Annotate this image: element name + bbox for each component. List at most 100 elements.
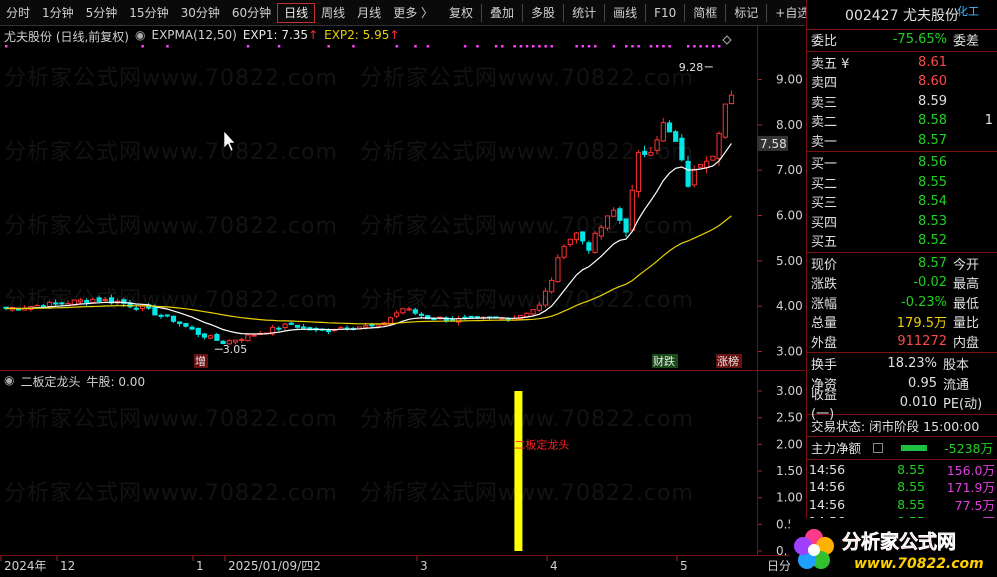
stat-label-2: 股本 [943,358,970,374]
event-tag[interactable]: 财跌 [653,354,675,368]
period-tab-2[interactable]: 5分钟 [80,0,124,26]
quote-stats-2: 换手 18.23% 股本 净资 0.95 流通 收益(一) 0.010 PE(动) [807,354,997,422]
candle-body [530,309,536,315]
stock-title[interactable]: 002427 尤夫股份 化工 [807,0,997,30]
trade-status-row: 交易状态: 闭市阶段 15:00:00 [807,416,997,436]
trade-status: 交易状态: 闭市阶段 15:00:00 [811,418,980,434]
divider [807,50,997,52]
candle-body [555,257,561,283]
toolbar-action-7[interactable]: 标记 [728,0,764,26]
toolbar-action-2[interactable]: 多股 [525,0,561,26]
signal-dot [656,45,659,48]
period-tab-3[interactable]: 15分钟 [123,0,174,26]
indicator-svg[interactable]: 二板定龙头 [0,371,757,556]
flower-icon [794,529,834,569]
event-tag[interactable]: 涨榜 [717,354,739,368]
candle-body [542,290,549,306]
ask-price: 8.60 [918,74,947,90]
ask-row[interactable]: 卖二 8.58 1 [807,111,997,131]
exp1-value: EXP1: 7.35 [242,28,309,42]
toolbar-divider [645,3,647,22]
indicator-dropdown-icon[interactable]: ◉ [135,28,145,45]
toolbar-divider [522,3,524,22]
time-axis-unit[interactable]: 日分 [767,559,791,573]
current-price-tag: 7.58 [760,137,787,151]
kline-chart[interactable]: 9.28 3.05 增 财跌 涨榜 尤夫股份 (日线,前复权) ◉ EXPMA(12,5… [0,26,757,370]
divider [807,352,997,353]
signal-dot [166,45,169,48]
trade-volume: 156.0万 [946,462,995,478]
candle-body [46,301,53,307]
weibi-value: -75.65% [892,32,947,48]
trade-time: 14:56 [809,461,846,477]
candle-body [660,122,666,142]
signal-dot [463,45,467,48]
candle-body [697,163,704,168]
toolbar-action-0[interactable]: 复权 [443,0,479,26]
bid-row[interactable]: 买二 8.55 [807,173,997,193]
action-buttons: 复权叠加多股统计画线F10简框标记+自选返回 [443,0,856,26]
bid-row[interactable]: 买四 8.53 [807,212,997,232]
signal-dot [662,45,665,48]
list-icon[interactable] [873,442,883,453]
candle-body [642,150,648,155]
logo-svg: 分析家公式网 www.70822.com [794,529,984,572]
high-annotation: 9.28 [679,61,704,74]
candle-body [666,122,673,133]
indicator-dropdown-icon[interactable]: ◉ [4,373,14,390]
ask-label: 卖四 [811,76,838,92]
weicha-label: 委差 [953,34,980,50]
signal-bar-label: 二板定龙头 [514,437,569,451]
ask-row[interactable]: 卖四 8.60 [807,72,997,92]
exp1-up-arrow-icon: ↑ [308,28,319,42]
kline-svg[interactable]: 9.28 3.05 增 财跌 涨榜 [0,26,757,370]
candle-body [592,232,598,253]
time-tick-label: 12 [60,559,75,573]
ask-label: 卖五 ¥ [811,56,850,72]
toolbar-action-4[interactable]: 画线 [607,0,643,26]
indicator-chart[interactable]: 二板定龙头 ◉ 二板定龙头 牛股: 0.00 分析家公式网www.70822.c… [0,370,757,555]
signal-dot [687,45,690,48]
signal-dot [705,45,709,48]
toolbar-divider [481,3,483,22]
weibi-label: 委比 [811,34,838,50]
event-tag[interactable]: 增 [195,354,206,368]
time-tick-label: 2025/01/09/四2 [228,559,321,573]
toolbar-action-1[interactable]: 叠加 [484,0,520,26]
signal-dot [476,45,479,48]
period-tab-0[interactable]: 分时 [0,0,36,26]
candle-body [673,131,679,142]
bid-row[interactable]: 买一 8.56 [807,153,997,173]
period-tab-7[interactable]: 周线 [315,0,351,26]
candle-body [59,302,65,305]
ask-row[interactable]: 卖一 8.57 [807,131,997,151]
indicator-formula-name[interactable]: 二板定龙头 [20,373,80,390]
period-tab-6[interactable]: 日线 [277,2,316,23]
toolbar-action-5[interactable]: F10 [648,0,682,26]
kline-legend: 尤夫股份 (日线,前复权) ◉ EXPMA(12,50) EXP1: 7.35↑… [4,28,399,45]
net-flow-label: 主力净额 [811,441,862,457]
period-tab-1[interactable]: 1分钟 [36,0,80,26]
signal-dot [581,45,585,48]
ask-volume: 1 [984,113,993,129]
sector-tag[interactable]: 化工 [957,3,979,19]
price-tick-label: 8.00 [776,118,803,132]
price-tick-label: 7.00 [776,163,803,177]
period-tab-4[interactable]: 30分钟 [175,0,226,26]
trade-price: 8.55 [897,496,925,512]
period-tab-8[interactable]: 月线 [351,0,387,26]
candle-body [170,315,177,322]
bid-price: 8.56 [918,155,947,171]
candle-body [586,242,592,251]
toolbar-action-3[interactable]: 统计 [566,0,602,26]
ask-row[interactable]: 卖五 ¥ 8.61 [807,53,997,73]
indicator-name[interactable]: EXPMA(12,50) [151,28,236,45]
toolbar-action-6[interactable]: 简框 [687,0,723,26]
candle-body [536,304,542,311]
trade-volume: 171.9万 [946,480,995,496]
bid-row[interactable]: 买五 8.52 [807,231,997,251]
period-tab-5[interactable]: 60分钟 [226,0,277,26]
period-tab-9[interactable]: 更多 〉 [387,0,439,26]
ask-row[interactable]: 卖三 8.59 [807,92,997,112]
bid-row[interactable]: 买三 8.54 [807,192,997,212]
